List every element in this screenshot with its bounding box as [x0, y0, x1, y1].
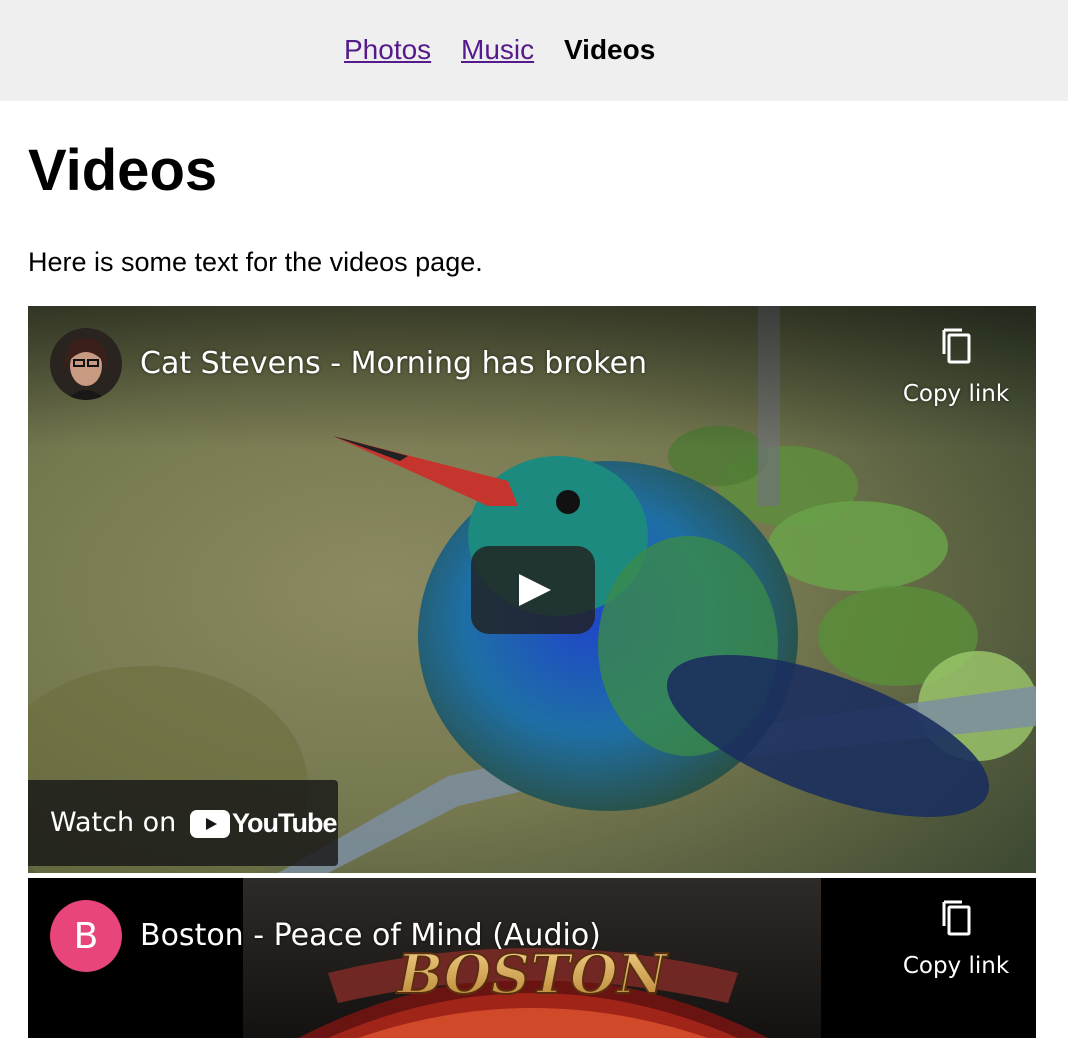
channel-avatar[interactable] [50, 328, 122, 400]
copy-icon [942, 900, 971, 936]
copy-link-label: Copy link [902, 381, 1010, 407]
video-embed-2[interactable]: BOSTON B Boston - Peace of Mind (Audio) … [28, 878, 1036, 1038]
video-title[interactable]: Boston - Peace of Mind (Audio) [140, 916, 601, 956]
copy-icon [942, 328, 971, 364]
video-embed-1[interactable]: Cat Stevens - Morning has broken Copy li… [28, 306, 1036, 873]
channel-avatar[interactable]: B [50, 900, 122, 972]
video-thumbnail[interactable]: BOSTON [28, 878, 1036, 1038]
copy-link-button[interactable]: Copy link [896, 326, 1016, 416]
play-icon [519, 574, 551, 606]
top-nav: Photos Music Videos [0, 0, 1068, 101]
youtube-logo-icon [190, 810, 230, 838]
play-button[interactable] [471, 546, 595, 634]
nav-current-videos: Videos [564, 34, 656, 65]
nav-link-photos[interactable]: Photos [344, 32, 431, 68]
copy-link-button[interactable]: Copy link [896, 898, 1016, 988]
page-title: Videos [28, 138, 218, 203]
page-intro: Here is some text for the videos page. [28, 247, 483, 277]
watch-on-label: Watch on [50, 807, 177, 838]
video-title[interactable]: Cat Stevens - Morning has broken [140, 344, 647, 384]
copy-link-label: Copy link [902, 953, 1010, 979]
nav-link-music[interactable]: Music [461, 32, 534, 68]
youtube-wordmark: YouTube [232, 808, 337, 838]
watch-on-youtube-link[interactable]: Watch on YouTube [28, 780, 338, 866]
